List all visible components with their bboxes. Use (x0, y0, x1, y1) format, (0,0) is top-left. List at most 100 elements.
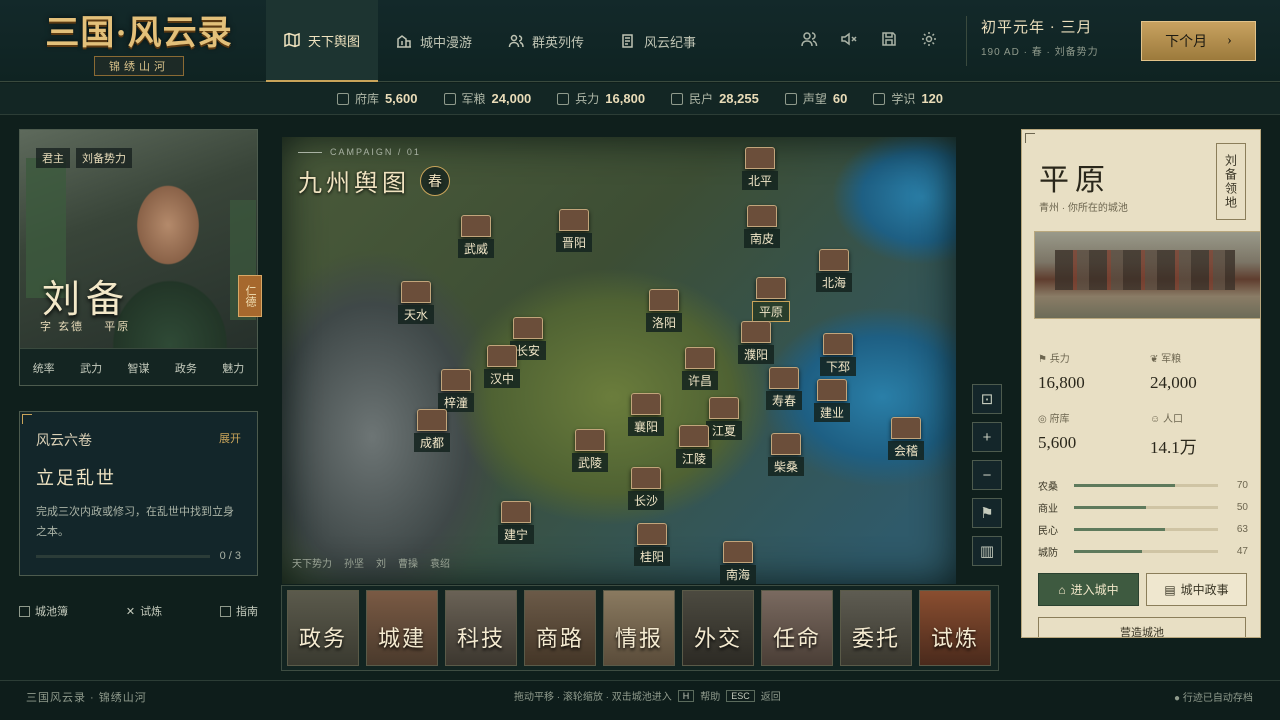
map-icon (284, 32, 300, 48)
city-label: 晋阳 (556, 233, 593, 252)
action-appoint[interactable]: 任命 (761, 590, 833, 666)
city-stat-value: 16,800 (1038, 373, 1085, 392)
ruler-portrait-card[interactable]: 君主 刘备势力 刘备 字 玄德 平原 仁德 统率 武力 智谋 政务 魅力 (19, 129, 262, 386)
dev-label: 农桑 (1038, 481, 1058, 493)
guide-link[interactable]: 指南 (220, 603, 258, 619)
save-icon[interactable] (880, 30, 898, 48)
city-marker[interactable]: 建业 (814, 379, 851, 422)
controls-hint: 拖动平移 · 滚轮缩放 · 双击城池进入 (514, 692, 672, 703)
zoom-in-icon[interactable]: + (972, 422, 1002, 452)
back-key[interactable]: ESC (726, 689, 755, 702)
resource-households: 民户 28,255 (671, 90, 759, 107)
dev-row-agriculture: 农桑 70 (1038, 478, 1248, 493)
city-ownership-seal: 刘备领地 (1216, 143, 1246, 220)
city-marker[interactable]: 柴桑 (768, 433, 805, 476)
castle-icon (575, 429, 605, 451)
stat-might[interactable]: 武力 (80, 360, 102, 376)
castle-icon (649, 289, 679, 311)
action-technology[interactable]: 科技 (445, 590, 517, 666)
city-marker[interactable]: 桂阳 (634, 523, 671, 566)
flag-icon[interactable]: ⚑ (972, 498, 1002, 528)
resource-label: 军粮 (461, 92, 486, 106)
city-stat-label: 府库 (1049, 414, 1070, 425)
city-marker[interactable]: 许昌 (682, 347, 719, 390)
city-marker[interactable]: 濮阳 (738, 321, 775, 364)
quest-description: 完成三次内政或修习，在乱世中找到立身之本。 (36, 506, 234, 538)
action-intelligence[interactable]: 情报 (603, 590, 675, 666)
resource-knowledge: 学识 120 (873, 90, 943, 107)
city-stat-value: 14.1万 (1150, 438, 1197, 457)
nav-tab-world-map[interactable]: 天下舆图 (266, 0, 379, 82)
resource-bar: 府库 5,600 军粮 24,000 兵力 16,800 民户 28,255 声… (0, 83, 1280, 115)
city-roofs (1055, 250, 1235, 290)
city-marker[interactable]: 梓潼 (438, 369, 475, 412)
quest-expand-button[interactable]: 展开 (219, 430, 241, 450)
stat-intellect[interactable]: 智谋 (127, 360, 149, 376)
locate-icon[interactable]: ⊡ (972, 384, 1002, 414)
city-marker[interactable]: 下邳 (820, 333, 857, 376)
city-marker[interactable]: 武陵 (572, 429, 609, 472)
city-marker[interactable]: 江陵 (676, 425, 713, 468)
stat-charisma[interactable]: 魅力 (222, 360, 244, 376)
city-marker[interactable]: 晋阳 (556, 209, 593, 252)
city-marker[interactable]: 天水 (398, 281, 435, 324)
world-map[interactable]: CAMPAIGN / 01 九州舆图 春 北平 南皮 武威 晋阳 北海 天水 平… (282, 137, 956, 584)
action-trade[interactable]: 商路 (524, 590, 596, 666)
city-marker[interactable]: 建宁 (498, 501, 535, 544)
city-marker[interactable]: 南海 (720, 541, 757, 584)
action-diplomacy[interactable]: 外交 (682, 590, 754, 666)
nav-tab-label: 天下舆图 (308, 33, 361, 49)
quest-title: 立足乱世 (36, 468, 116, 488)
city-marker[interactable]: 寿春 (766, 367, 803, 410)
nav-tab-city-roam[interactable]: 城中漫游 (378, 0, 490, 82)
city-marker[interactable]: 长沙 (628, 467, 665, 510)
city-icon: ⌂ (1058, 582, 1066, 597)
people-icon: ☺ (1150, 414, 1163, 425)
city-marker[interactable]: 汉中 (484, 345, 521, 388)
build-city-button[interactable]: 营造城池 (1038, 617, 1246, 637)
resource-value: 120 (921, 91, 944, 106)
zoom-out-icon[interactable]: − (972, 460, 1002, 490)
action-construction[interactable]: 城建 (366, 590, 438, 666)
dev-label: 城防 (1038, 547, 1058, 559)
mute-icon[interactable] (840, 30, 858, 48)
city-stat-label: 兵力 (1049, 354, 1070, 365)
action-politics[interactable]: 政务 (287, 590, 359, 666)
back-label: 返回 (760, 692, 781, 703)
city-label: 武陵 (572, 453, 609, 472)
city-marker[interactable]: 南皮 (744, 205, 781, 248)
city-marker[interactable]: 洛阳 (646, 289, 683, 332)
city-marker[interactable]: 北海 (816, 249, 853, 292)
next-month-button[interactable]: 下个月 › (1141, 21, 1256, 61)
trial-link[interactable]: ✕ 试炼 (126, 603, 162, 619)
city-marker[interactable]: 襄阳 (628, 393, 665, 436)
map-icon[interactable]: ▥ (972, 536, 1002, 566)
city-marker[interactable]: 成都 (414, 409, 451, 452)
enter-city-button[interactable]: ⌂ 进入城中 (1038, 573, 1139, 606)
city-marker[interactable]: 北平 (742, 147, 779, 190)
nav-tab-chronicle[interactable]: 风云纪事 (602, 0, 714, 82)
settings-icon[interactable] (920, 30, 938, 48)
city-stat-food: ❦ 军粮 24,000 (1150, 350, 1197, 393)
action-delegate[interactable]: 委托 (840, 590, 912, 666)
action-label: 商路 (535, 626, 584, 651)
nav-tab-heroes[interactable]: 群英列传 (490, 0, 602, 82)
city-marker[interactable]: 武威 (458, 215, 495, 258)
city-label: 襄阳 (628, 417, 665, 436)
city-marker-player[interactable]: 平原 (752, 277, 791, 322)
quest-header: 风云六卷 展开 (36, 430, 241, 450)
stat-politics[interactable]: 政务 (175, 360, 197, 376)
action-trial[interactable]: 试炼 (919, 590, 991, 666)
stat-command[interactable]: 统率 (33, 360, 55, 376)
grain-icon (443, 92, 456, 105)
dev-bar-fill (1074, 483, 1175, 487)
city-marker[interactable]: 会稽 (888, 417, 925, 460)
people-icon[interactable] (800, 30, 818, 48)
city-label: 下邳 (820, 357, 857, 376)
help-key[interactable]: H (677, 689, 695, 702)
game-logo[interactable]: 三国·风云录 锦绣山河 (44, 8, 234, 76)
castle-icon (417, 409, 447, 431)
city-stat-troops: ⚑ 兵力 16,800 (1038, 350, 1085, 393)
city-register-link[interactable]: 城池簿 (19, 603, 68, 619)
city-affairs-button[interactable]: ▤ 城中政事 (1146, 573, 1247, 606)
